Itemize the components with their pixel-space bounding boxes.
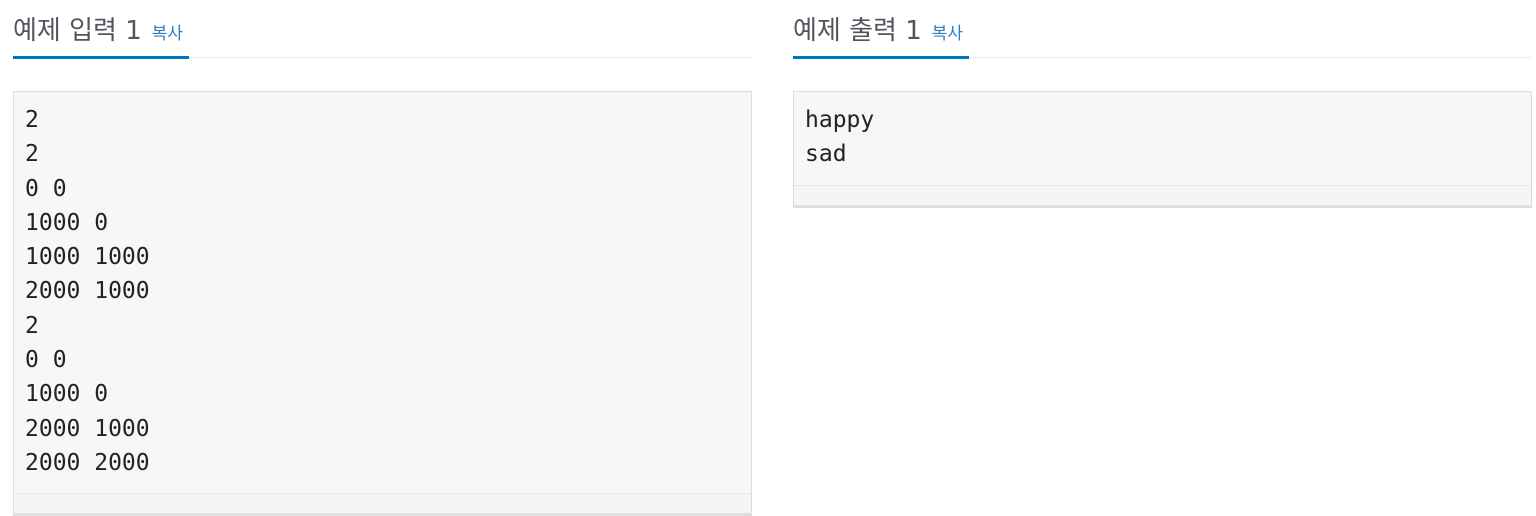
sample-input-header: 예제 입력 1 복사 [13, 0, 752, 59]
sample-input-content: 2 2 0 0 1000 0 1000 1000 2000 1000 2 0 0… [25, 107, 150, 476]
sample-input-box: 2 2 0 0 1000 0 1000 1000 2000 1000 2 0 0… [13, 91, 752, 516]
sample-output-title: 예제 출력 1 복사 [793, 10, 963, 47]
horizontal-scrollbar[interactable] [14, 493, 751, 516]
sample-input-title-text: 예제 입력 1 [13, 16, 142, 46]
sample-output-box: happy sad [793, 91, 1532, 208]
sample-input-section: 예제 입력 1 복사 2 2 0 0 1000 0 1000 1000 2000 … [13, 0, 752, 516]
sample-output-section: 예제 출력 1 복사 happy sad [793, 0, 1532, 208]
copy-output-button[interactable]: 복사 [932, 24, 963, 44]
copy-input-button[interactable]: 복사 [152, 24, 183, 44]
sample-input-title: 예제 입력 1 복사 [13, 10, 183, 47]
title-underline [793, 56, 969, 59]
sample-output-title-text: 예제 출력 1 [793, 16, 922, 46]
sample-output-content: happy sad [805, 107, 875, 168]
title-underline [13, 56, 189, 59]
horizontal-scrollbar[interactable] [794, 184, 1531, 207]
sample-output-header: 예제 출력 1 복사 [793, 0, 1532, 59]
